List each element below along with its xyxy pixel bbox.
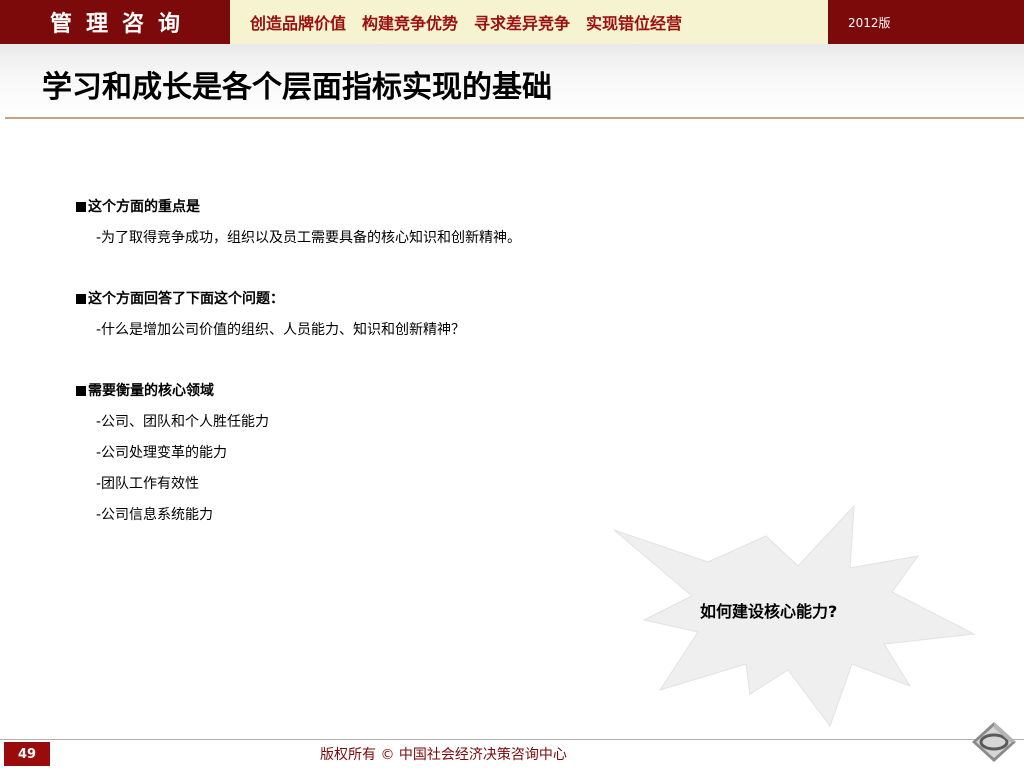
section-item: -什么是增加公司价值的组织、人员能力、知识和创新精神？ xyxy=(96,322,466,338)
section-item: -公司处理变革的能力 xyxy=(96,445,228,461)
slogan-bar: 创造品牌价值 构建竞争优势 寻求差异竞争 实现错位经营 xyxy=(230,0,828,44)
slide: 管理咨询 创造品牌价值 构建竞争优势 寻求差异竞争 实现错位经营 2012版 学… xyxy=(0,0,1024,768)
black-square-bullet-icon xyxy=(76,386,86,396)
copyright-text: 版权所有 © 中国社会经济决策咨询中心 xyxy=(320,747,567,763)
title-divider xyxy=(5,117,1024,119)
page-number: 49 xyxy=(4,742,50,766)
black-square-bullet-icon xyxy=(76,202,86,212)
section-heading: 这个方面的重点是 xyxy=(76,196,696,227)
edition-label: 2012版 xyxy=(848,15,891,30)
section-heading: 这个方面回答了下面这个问题： xyxy=(76,288,696,319)
content-body: 这个方面的重点是 -为了取得竞争成功，组织以及员工需要具备的核心知识和创新精神。… xyxy=(76,196,696,535)
brand-bar: 管理咨询 xyxy=(0,0,230,44)
section-item: -公司、团队和个人胜任能力 xyxy=(96,414,270,430)
edition-bar: 2012版 xyxy=(828,0,1024,44)
diamond-logo-icon xyxy=(972,722,1016,762)
footer-divider xyxy=(0,739,1024,740)
black-square-bullet-icon xyxy=(76,294,86,304)
callout-text: 如何建设核心能力? xyxy=(700,602,838,621)
section-heading: 需要衡量的核心领域 xyxy=(76,380,696,411)
section-item: -为了取得竞争成功，组织以及员工需要具备的核心知识和创新精神。 xyxy=(96,230,522,246)
page-title: 学习和成长是各个层面指标实现的基础 xyxy=(42,70,552,105)
brand-label: 管理咨询 xyxy=(49,12,194,37)
slogan-text: 创造品牌价值 构建竞争优势 寻求差异竞争 实现错位经营 xyxy=(250,14,683,33)
